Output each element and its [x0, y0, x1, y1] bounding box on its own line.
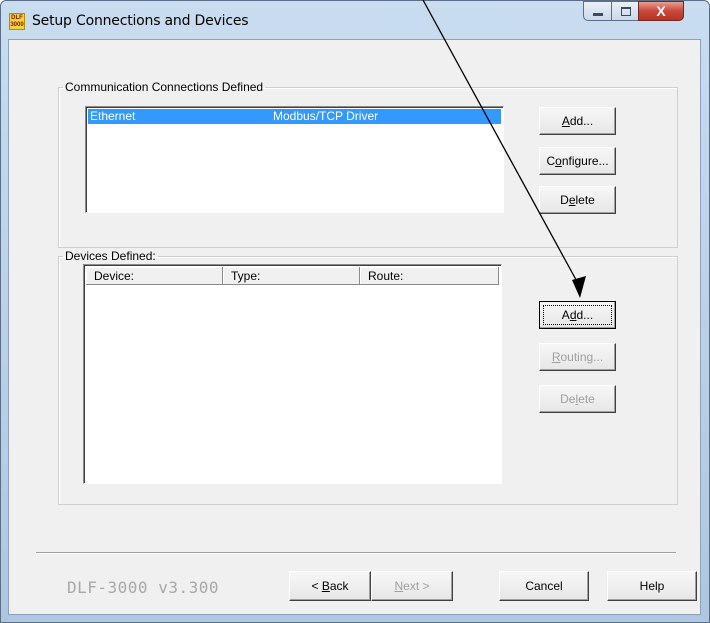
column-header-route[interactable]: Route: — [360, 267, 499, 285]
title-bar: DLF 3000 Setup Connections and Devices X — [1, 1, 709, 39]
column-header-device[interactable]: Device: — [86, 267, 223, 285]
devices-listview[interactable]: Device: Type: Route: — [83, 264, 502, 484]
close-icon: X — [656, 3, 666, 19]
minimize-button[interactable] — [583, 1, 612, 21]
maximize-button[interactable] — [611, 1, 639, 21]
communication-connections-label: Communication Connections Defined — [65, 80, 264, 94]
delete-connection-button[interactable]: Delete — [539, 186, 616, 214]
back-button[interactable]: < Back — [289, 571, 371, 601]
close-button[interactable]: X — [638, 1, 684, 21]
connections-listbox[interactable]: Ethernet Modbus/TCP Driver — [85, 106, 504, 213]
add-connection-button[interactable]: Add... — [539, 107, 616, 135]
cancel-button[interactable]: Cancel — [499, 571, 589, 601]
next-button[interactable]: Next > — [371, 571, 453, 601]
version-label: DLF-3000 v3.300 — [67, 578, 219, 597]
delete-device-button[interactable]: Delete — [539, 385, 616, 413]
dlf-app-icon: DLF 3000 — [9, 13, 25, 30]
connection-driver: Modbus/TCP Driver — [273, 109, 379, 123]
help-button[interactable]: Help — [607, 571, 697, 601]
add-device-button[interactable]: Add... — [539, 301, 616, 329]
devices-defined-label: Devices Defined: — [65, 249, 156, 263]
minimize-icon — [593, 13, 603, 16]
configure-connection-button[interactable]: Configure... — [539, 147, 616, 175]
connection-name: Ethernet — [90, 109, 136, 123]
maximize-icon — [621, 7, 631, 16]
footer-separator — [36, 552, 676, 554]
dialog-client-area: Communication Connections Defined Ethern… — [8, 39, 701, 615]
window-title: Setup Connections and Devices — [32, 13, 249, 29]
connection-row-ethernet[interactable]: Ethernet Modbus/TCP Driver — [88, 109, 501, 124]
column-header-type[interactable]: Type: — [223, 267, 360, 285]
routing-button[interactable]: Routing... — [539, 343, 616, 371]
